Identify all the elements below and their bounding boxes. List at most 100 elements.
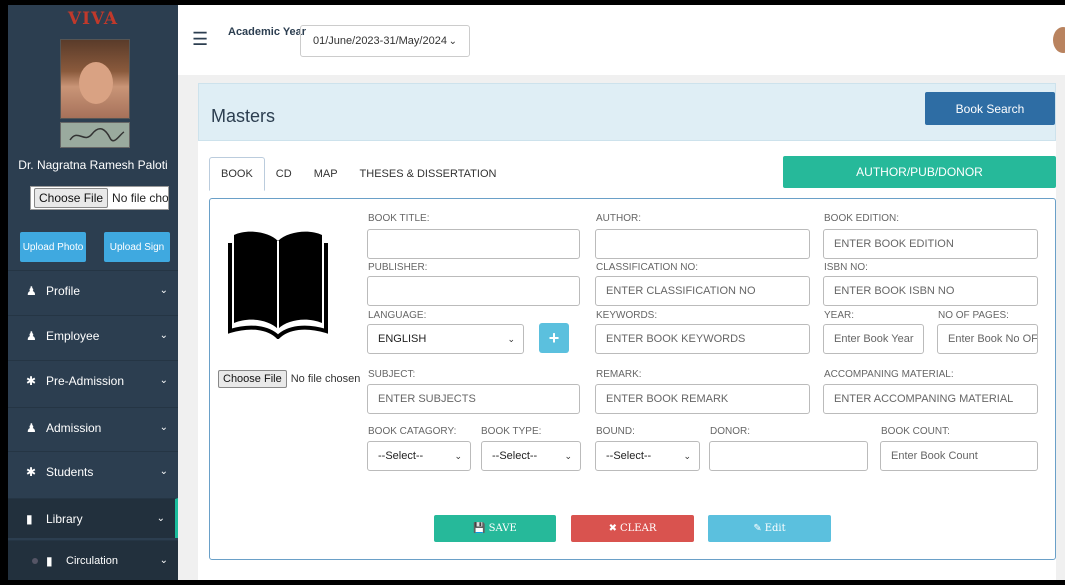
sidebar-item-label: Profile xyxy=(46,283,81,298)
chevron-down-icon: ⌄ xyxy=(159,375,168,386)
book-icon: ▮ xyxy=(26,511,33,526)
tab-cd[interactable]: CD xyxy=(265,157,303,191)
book-title-input[interactable] xyxy=(367,229,580,259)
upload-photo-button[interactable]: Upload Photo xyxy=(20,232,86,262)
book-count-label: BOOK COUNT: xyxy=(881,426,950,437)
plus-icon: + xyxy=(548,327,560,348)
app-window: VIVA Dr. Nagratna Ramesh Paloti Choose F… xyxy=(8,5,1065,580)
year-input[interactable]: Enter Book Year xyxy=(823,324,924,354)
publisher-label: PUBLISHER: xyxy=(368,262,428,273)
sidebar-item-circulation[interactable]: ▮ Circulation ⌄ xyxy=(8,540,178,580)
users-icon: ♟ xyxy=(26,420,37,435)
photo-file-input[interactable]: Choose File No file chosen xyxy=(30,186,169,210)
chevron-down-icon: ⌄ xyxy=(564,450,572,461)
book-title-label: BOOK TITLE: xyxy=(368,213,430,224)
book-category-value: --Select-- xyxy=(378,450,424,462)
sidebar-item-students[interactable]: ✱ Students ⌄ xyxy=(8,451,178,491)
choose-file-button[interactable]: Choose File xyxy=(34,188,109,208)
year-label: YEAR: xyxy=(824,310,855,321)
user-plus-icon: ♟ xyxy=(26,283,37,298)
tab-bar: BOOK CD MAP THESES & DISSERTATION xyxy=(209,157,507,191)
isbn-no-input[interactable]: ENTER BOOK ISBN NO xyxy=(823,276,1038,306)
file-status: No file chosen xyxy=(112,191,169,205)
masters-header: Masters Book Search xyxy=(198,83,1056,141)
book-icon xyxy=(228,227,328,344)
asterisk-icon: ✱ xyxy=(26,373,37,388)
remark-input[interactable]: ENTER BOOK REMARK xyxy=(595,384,810,414)
close-icon: ✖ xyxy=(608,523,618,534)
book-type-value: --Select-- xyxy=(492,450,538,462)
isbn-no-label: ISBN NO: xyxy=(824,262,868,273)
author-pub-donor-button[interactable]: AUTHOR/PUB/DONOR xyxy=(783,156,1056,188)
classification-no-input[interactable]: ENTER CLASSIFICATION NO xyxy=(595,276,810,306)
choose-file-button[interactable]: Choose File xyxy=(218,370,287,388)
language-value: ENGLISH xyxy=(378,333,427,345)
accompaning-material-input[interactable]: ENTER ACCOMPANING MATERIAL xyxy=(823,384,1038,414)
chevron-down-icon: ⌄ xyxy=(507,333,515,344)
keywords-input[interactable]: ENTER BOOK KEYWORDS xyxy=(595,324,810,354)
upload-sign-button[interactable]: Upload Sign xyxy=(104,232,170,262)
sidebar-item-employee[interactable]: ♟ Employee ⌄ xyxy=(8,315,178,355)
subject-input[interactable]: ENTER SUBJECTS xyxy=(367,384,580,414)
sidebar-item-profile[interactable]: ♟ Profile ⌄ xyxy=(8,270,178,310)
sidebar-item-label: Students xyxy=(46,464,94,479)
save-icon: 💾 xyxy=(473,523,486,534)
signature-image xyxy=(60,122,130,148)
chevron-down-icon: ⌄ xyxy=(159,466,168,477)
book-category-label: BOOK CATAGORY: xyxy=(368,426,457,437)
edit-button[interactable]: ✎ Edit xyxy=(708,515,831,542)
sidebar-item-label: Admission xyxy=(46,420,102,435)
sidebar-item-pre-admission[interactable]: ✱ Pre-Admission ⌄ xyxy=(8,360,178,400)
edit-icon: ✎ xyxy=(753,523,762,534)
book-edition-input[interactable]: ENTER BOOK EDITION xyxy=(823,229,1038,259)
sidebar-item-library[interactable]: ▮ Library ⌄ xyxy=(8,498,178,538)
clear-button[interactable]: ✖ CLEAR xyxy=(571,515,694,542)
academic-year-value: 01/June/2023-31/May/2024 xyxy=(313,35,447,47)
avatar[interactable] xyxy=(1053,27,1065,53)
sidebar-item-label: Employee xyxy=(46,328,100,343)
no-of-pages-input[interactable]: Enter Book No OF xyxy=(937,324,1038,354)
book-search-button[interactable]: Book Search xyxy=(925,92,1055,125)
donor-input[interactable] xyxy=(709,441,868,471)
save-button[interactable]: 💾 SAVE xyxy=(434,515,556,542)
bound-select[interactable]: --Select-- ⌄ xyxy=(595,441,700,471)
subject-label: SUBJECT: xyxy=(368,369,416,380)
keywords-label: KEYWORDS: xyxy=(596,310,658,321)
file-status: No file chosen xyxy=(290,373,361,385)
add-language-button[interactable]: + xyxy=(539,323,569,353)
language-label: LANGUAGE: xyxy=(368,310,427,321)
book-type-label: BOOK TYPE: xyxy=(481,426,542,437)
classification-no-label: CLASSIFICATION NO: xyxy=(596,262,699,273)
tab-theses[interactable]: THESES & DISSERTATION xyxy=(349,157,508,191)
main-content: Masters Book Search BOOK CD MAP THESES &… xyxy=(198,83,1056,580)
chevron-down-icon: ⌄ xyxy=(159,330,168,341)
academic-year-select[interactable]: 01/June/2023-31/May/2024 ⌄ xyxy=(300,25,470,57)
sidebar: VIVA Dr. Nagratna Ramesh Paloti Choose F… xyxy=(8,5,178,580)
language-select[interactable]: ENGLISH ⌄ xyxy=(367,324,524,354)
book-type-select[interactable]: --Select-- ⌄ xyxy=(481,441,581,471)
asterisk-icon: ✱ xyxy=(26,464,37,479)
brand-logo: VIVA xyxy=(67,9,119,29)
no-of-pages-label: NO OF PAGES: xyxy=(938,310,1009,321)
tab-map[interactable]: MAP xyxy=(303,157,349,191)
accompaning-material-label: ACCOMPANING MATERIAL: xyxy=(824,369,954,380)
book-count-input[interactable]: Enter Book Count xyxy=(880,441,1038,471)
clear-label: CLEAR xyxy=(620,523,657,534)
user-name: Dr. Nagratna Ramesh Paloti xyxy=(18,158,168,172)
menu-toggle-icon[interactable]: ☰ xyxy=(192,29,208,50)
edit-label: Edit xyxy=(764,523,786,534)
chevron-down-icon: ⌄ xyxy=(159,285,168,296)
book-icon: ▮ xyxy=(46,553,53,568)
author-label: AUTHOR: xyxy=(596,213,641,224)
bullet-icon xyxy=(32,557,38,564)
academic-year-label: Academic Year xyxy=(228,26,307,38)
book-category-select[interactable]: --Select-- ⌄ xyxy=(367,441,471,471)
chevron-down-icon: ⌄ xyxy=(156,513,165,524)
cover-file-input[interactable]: Choose File No file chosen xyxy=(218,370,360,388)
user-icon: ♟ xyxy=(26,328,37,343)
chevron-down-icon: ⌄ xyxy=(159,555,168,566)
sidebar-item-admission[interactable]: ♟ Admission ⌄ xyxy=(8,407,178,447)
tab-book[interactable]: BOOK xyxy=(209,157,265,191)
author-input[interactable] xyxy=(595,229,810,259)
publisher-input[interactable] xyxy=(367,276,580,306)
